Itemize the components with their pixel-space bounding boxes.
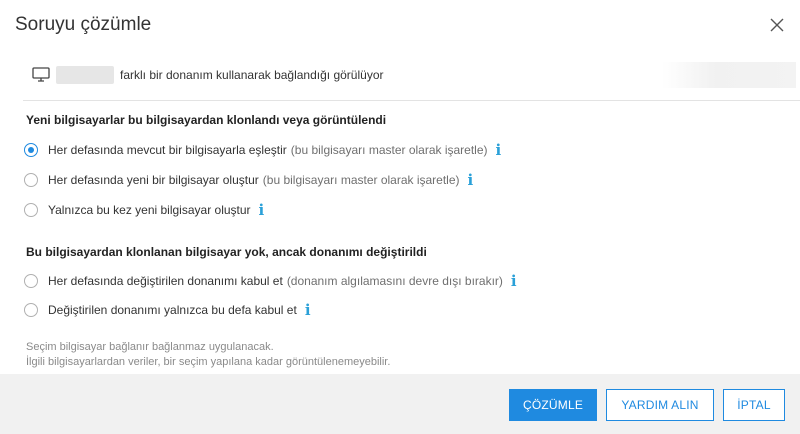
device-detail-redacted	[662, 62, 796, 88]
monitor-icon	[32, 67, 50, 82]
option-accept-always[interactable]: Her defasında değiştirilen donanımı kabu…	[24, 272, 517, 290]
option-accept-once[interactable]: Değiştirilen donanımı yalnızca bu defa k…	[24, 301, 311, 319]
option-label: Her defasında yeni bir bilgisayar oluştu…	[48, 173, 259, 187]
radio-match-existing[interactable]	[24, 143, 38, 157]
device-info: farklı bir donanım kullanarak bağlandığı…	[32, 63, 383, 87]
info-icon[interactable]: i	[496, 143, 502, 158]
option-label: Her defasında mevcut bir bilgisayarla eş…	[48, 143, 287, 157]
info-icon[interactable]: i	[511, 274, 517, 289]
info-icon[interactable]: i	[259, 203, 265, 218]
divider	[23, 100, 800, 101]
device-message: farklı bir donanım kullanarak bağlandığı…	[120, 68, 384, 82]
help-button[interactable]: YARDIM ALIN	[606, 389, 714, 421]
option-hint: (bu bilgisayarı master olarak işaretle)	[290, 143, 488, 157]
option-match-existing[interactable]: Her defasında mevcut bir bilgisayarla eş…	[24, 141, 501, 159]
resolve-button[interactable]: ÇÖZÜMLE	[509, 389, 597, 421]
info-icon[interactable]: i	[468, 173, 474, 188]
option-label: Her defasında değiştirilen donanımı kabu…	[48, 274, 283, 288]
option-hint: (donanım algılamasını devre dışı bırakır…	[286, 274, 503, 288]
note-line-1: Seçim bilgisayar bağlanır bağlanmaz uygu…	[26, 341, 274, 353]
option-label: Değiştirilen donanımı yalnızca bu defa k…	[48, 303, 297, 317]
radio-accept-always[interactable]	[24, 274, 38, 288]
info-icon[interactable]: i	[305, 303, 311, 318]
option-hint: (bu bilgisayarı master olarak işaretle)	[262, 173, 460, 187]
radio-create-new-once[interactable]	[24, 203, 38, 217]
dialog-title: Soruyu çözümle	[15, 14, 152, 35]
note-line-2: İlgili bilgisayarlardan veriler, bir seç…	[26, 356, 391, 368]
section-cloned-heading: Yeni bilgisayarlar bu bilgisayardan klon…	[26, 113, 387, 127]
cancel-button[interactable]: İPTAL	[723, 389, 785, 421]
close-icon[interactable]	[767, 15, 787, 35]
radio-create-new-always[interactable]	[24, 173, 38, 187]
option-create-new-once[interactable]: Yalnızca bu kez yeni bilgisayar oluştur …	[24, 201, 264, 219]
resolve-dialog: Soruyu çözümle farklı bir donanım kullan…	[0, 0, 800, 434]
option-label: Yalnızca bu kez yeni bilgisayar oluştur	[48, 203, 251, 217]
device-name-redacted	[56, 66, 114, 84]
section-hardware-heading: Bu bilgisayardan klonlanan bilgisayar yo…	[26, 245, 427, 259]
option-create-new-always[interactable]: Her defasında yeni bir bilgisayar oluştu…	[24, 171, 473, 189]
radio-accept-once[interactable]	[24, 303, 38, 317]
